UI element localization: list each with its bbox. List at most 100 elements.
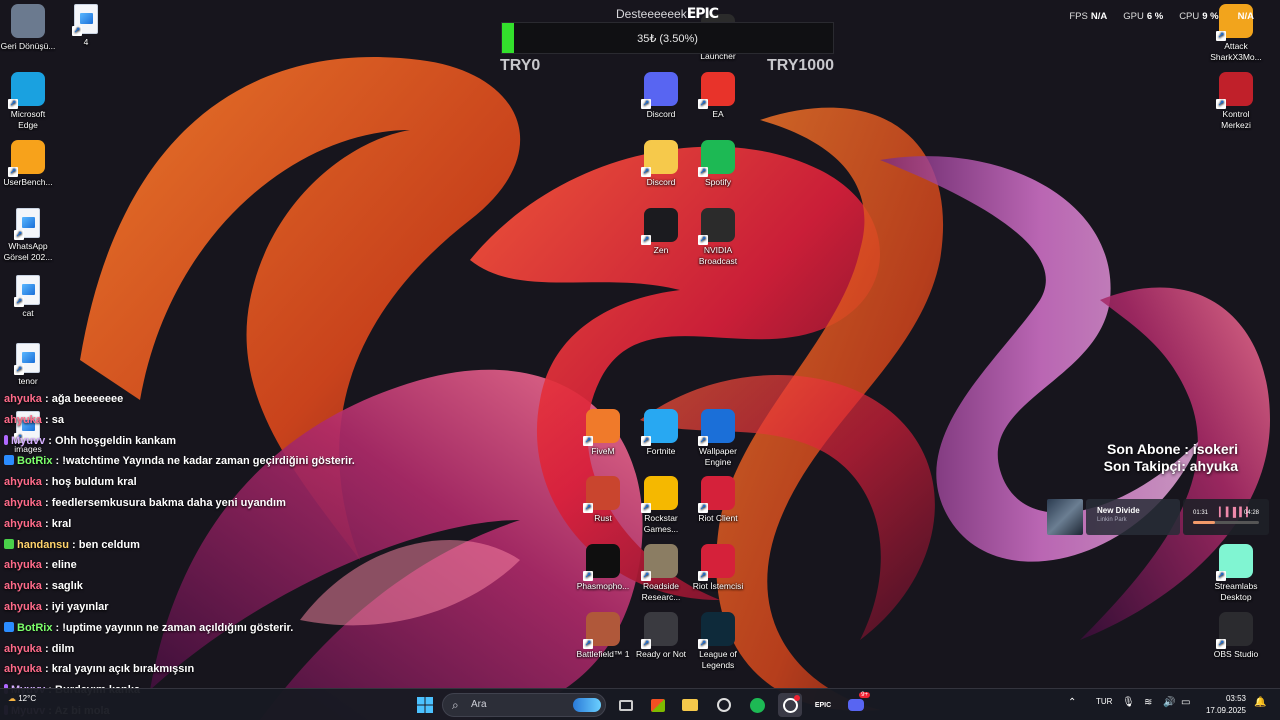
roadside-icon	[641, 544, 678, 581]
chat-text: : kral yayını açık bırakmışsın	[41, 663, 195, 676]
discord-taskbar-button[interactable]: 9+	[844, 692, 870, 717]
zen-taskbar-button[interactable]	[712, 693, 736, 717]
desktop-icon-riot-client[interactable]: Riot Client	[690, 476, 746, 524]
desktop-icon-recycle-bin[interactable]: Geri Dönüşü...	[0, 4, 56, 52]
task-view-icon	[619, 699, 633, 711]
chat-text: : ben celdum	[68, 538, 140, 551]
epic-icon: EPIC	[814, 701, 832, 709]
volume-icon[interactable]: 🔊	[1163, 697, 1175, 708]
desktop-icon-fivem[interactable]: FiveM	[575, 409, 631, 457]
desktop-icon-label: tenor	[18, 376, 38, 386]
chat-username: ahyuka	[4, 580, 42, 593]
gpu-readout: GPU 6 %	[1123, 11, 1164, 22]
desktop-icon-label: cat	[22, 308, 34, 318]
desktop-icon-obs-studio[interactable]: OBS Studio	[1208, 612, 1264, 660]
desktop-icon-label: League of Legends	[699, 649, 737, 670]
desktop-icon-label: Streamlabs Desktop	[1214, 581, 1258, 602]
donation-min-label: TRY0	[500, 57, 541, 74]
desktop-icon-ready-or-not[interactable]: Ready or Not	[633, 612, 689, 660]
desktop-icon-label: UserBench...	[3, 177, 53, 187]
desktop-icon-tenor[interactable]: tenor	[0, 343, 56, 387]
language-indicator[interactable]: TUR	[1096, 697, 1112, 706]
taskbar-search-input[interactable]: ⌕ Ara	[442, 693, 606, 717]
chat-text: : eline	[41, 559, 77, 572]
track-title: New Divide	[1097, 506, 1140, 515]
spotify-icon	[698, 140, 735, 177]
desktop-icon-label: Riot Client	[698, 513, 738, 523]
desktop-icon-phasmopho[interactable]: Phasmopho...	[575, 544, 631, 592]
task-view-button[interactable]	[614, 693, 638, 717]
desktop-icon-cat[interactable]: cat	[0, 275, 56, 319]
desktop-icon-league-of-legends[interactable]: League of Legends	[690, 612, 746, 671]
desktop-icon-wallpaper-engine[interactable]: Wallpaper Engine	[690, 409, 746, 468]
battlefield-icon	[583, 612, 620, 649]
desktop-icon-roadside-researc[interactable]: Roadside Researc...	[633, 544, 689, 603]
tray-overflow-icon[interactable]: ⌃	[1068, 697, 1076, 708]
desktop-icon-edge[interactable]: Microsoft Edge	[0, 72, 56, 131]
chat-username: ahyuka	[4, 413, 42, 426]
desktop-icon-label: Geri Dönüşü...	[0, 41, 56, 51]
wifi-icon[interactable]: ≋	[1144, 697, 1152, 708]
league-icon	[698, 612, 735, 649]
playback-fill	[1193, 521, 1216, 524]
system-clock[interactable]: 03:53 17.09.2025	[1206, 693, 1246, 717]
playback-track	[1193, 521, 1259, 524]
store-button[interactable]	[646, 693, 670, 717]
desktop-icon-riot-i-stemcisi[interactable]: Riot İstemcisi	[690, 544, 746, 592]
chat-message: handansu : ben celdum	[4, 535, 424, 556]
desktop-icon-label: Zen	[653, 245, 669, 255]
desktop-icon-zen[interactable]: Zen	[633, 208, 689, 256]
desktop-icon-label: Spotify	[705, 177, 731, 187]
weather-widget[interactable]: ☁ 12°C	[8, 694, 36, 704]
search-highlight-icon	[573, 698, 601, 712]
desktop-icon-label: Microsoft Edge	[10, 109, 46, 130]
discord-icon	[848, 699, 864, 711]
spotify-icon	[749, 697, 765, 713]
desktop-icon-spotify[interactable]: Spotify	[690, 140, 746, 188]
microphone-icon[interactable]: 🎙	[1122, 697, 1135, 708]
cpu-readout: CPU 9 %	[1179, 11, 1219, 22]
stream-info-overlay: Son Abone : isokeri Son Takipçi: ahyuka	[1104, 441, 1238, 475]
notifications-icon[interactable]: 🔔	[1254, 697, 1266, 708]
track-artist: Linkin Park	[1097, 517, 1127, 523]
desktop-icon-label: 4	[83, 37, 89, 47]
userbenchmark-icon	[8, 140, 45, 177]
wallpaper-engine-icon	[698, 409, 735, 446]
chat-message: ahyuka : kral yayını açık bırakmışsın	[4, 659, 424, 680]
now-playing-widget: New Divide Linkin Park 01:31 ▎▍▌▍▎ 04:28	[1047, 499, 1269, 535]
image-file-icon	[14, 208, 40, 240]
epic-taskbar-button[interactable]: EPIC	[811, 693, 835, 717]
phasmophobia-icon	[583, 544, 620, 581]
desktop-icon-label: Wallpaper Engine	[699, 446, 737, 467]
donation-progress-bar: 35₺ (3.50%)	[501, 22, 834, 54]
chat-username: ahyuka	[4, 600, 42, 613]
chat-message: ahyuka : ağa beeeeeee	[4, 389, 424, 410]
desktop-icon-nvidia-broadcast[interactable]: NVIDIA Broadcast	[690, 208, 746, 267]
start-button[interactable]	[413, 693, 437, 717]
desktop-icon-ea[interactable]: EA	[690, 72, 746, 120]
battery-icon[interactable]: ▭	[1181, 697, 1190, 708]
desktop-icon-file-4[interactable]: 4	[58, 4, 114, 48]
obs-taskbar-button[interactable]	[778, 693, 802, 717]
desktop-icon-discord[interactable]: Discord	[633, 72, 689, 120]
desktop-icon-battlefield-1[interactable]: Battlefield™ 1	[575, 612, 631, 660]
spotify-taskbar-button[interactable]	[745, 693, 769, 717]
desktop-icon-rockstar-games[interactable]: Rockstar Games...	[633, 476, 689, 535]
desktop-icon-discord[interactable]: Discord	[633, 140, 689, 188]
mic-badge-icon	[4, 434, 8, 445]
fivem-icon	[583, 409, 620, 446]
desktop-icon-kontrol-merkezi[interactable]: Kontrol Merkezi	[1208, 72, 1264, 131]
desktop-icon-fortnite[interactable]: Fortnite	[633, 409, 689, 457]
playback-progress: 01:31 ▎▍▌▍▎ 04:28	[1183, 499, 1269, 535]
desktop-icon-streamlabs-desktop[interactable]: Streamlabs Desktop	[1208, 544, 1264, 603]
image-file-icon	[72, 4, 98, 36]
desktop-icon-label: Battlefield™ 1	[576, 649, 630, 659]
chat-message: Myuvv : Ohh hoşgeldin kankam	[4, 431, 424, 452]
chat-username: handansu	[17, 538, 69, 551]
desktop-icon-rust[interactable]: Rust	[575, 476, 631, 524]
desktop-icon-userbenchmark[interactable]: UserBench...	[0, 140, 56, 188]
riot-icon	[698, 476, 735, 513]
clock-date: 17.09.2025	[1205, 706, 1246, 715]
file-explorer-button[interactable]	[678, 693, 702, 717]
desktop-icon-whatsapp-image[interactable]: WhatsApp Görsel 202...	[0, 208, 56, 263]
